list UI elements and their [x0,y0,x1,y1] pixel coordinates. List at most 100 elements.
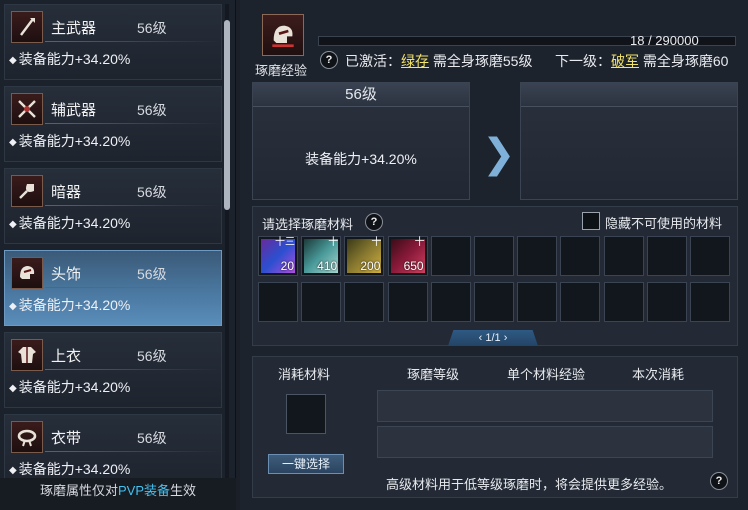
pvp-note: 琢磨属性仅对PVP装备生效 [0,478,236,510]
divider [45,205,221,206]
material-slot-empty[interactable] [603,236,644,276]
equipment-level: 56级 [137,348,167,364]
equipment-stat: 装备能力+34.20% [9,131,131,151]
material-slot-filled[interactable]: 十三 20 [258,236,298,276]
activated-set-link[interactable]: 绿存 [401,53,429,69]
material-slot-filled[interactable]: 十 410 [301,236,342,276]
cost-row [377,390,713,422]
material-slot-empty[interactable] [474,282,514,322]
material-slot-empty[interactable] [517,282,558,322]
material-slot-empty[interactable] [258,282,298,322]
col-level-header: 琢磨等级 [407,367,460,382]
robe-icon [11,339,43,371]
arrow-right-icon: ❯ [482,132,516,176]
material-count: 650 [403,259,424,273]
col-material-header: 消耗材料 [278,367,331,382]
dart-icon [11,175,43,207]
material-slot-empty[interactable] [560,282,601,322]
material-slot-empty[interactable] [430,282,471,322]
divider [45,123,221,124]
material-slot-empty[interactable] [603,282,644,322]
equipment-level: 56级 [137,266,167,282]
material-slot-empty[interactable] [344,282,385,322]
equipment-list: 主武器 56级 装备能力+34.20% 辅武器 56级 装备能力+34.20% … [4,4,228,478]
divider [45,41,221,42]
divider [45,451,221,452]
sash-icon [11,421,43,453]
polish-exp-label: 琢磨经验 [255,63,308,78]
polish-exp-icon [262,14,304,56]
material-hint: 高级材料用于低等级琢磨时，将会提供更多经验。 [386,477,673,492]
hide-unusable-label: 隐藏不可使用的材料 [605,216,723,231]
material-slot-empty[interactable] [690,282,730,322]
material-tag: 十三 [275,237,295,248]
equipment-item-belt[interactable]: 衣带 56级 装备能力+34.20% [4,414,222,478]
next-set-link[interactable]: 破军 [611,53,639,69]
exp-text: 18 / 290000 [630,33,699,48]
equipment-name: 头饰 [51,266,82,283]
material-slot-filled[interactable]: 十 200 [344,236,385,276]
equipment-name: 衣带 [51,430,82,447]
help-icon[interactable]: ? [320,51,338,69]
material-tag: 十 [371,237,382,248]
equipment-stat: 装备能力+34.20% [9,377,131,397]
divider [45,369,221,370]
material-slot-empty[interactable] [474,236,514,276]
equipment-stat: 装备能力+34.20% [9,49,131,69]
one-key-select-button[interactable]: 一键选择 [268,454,344,474]
spear-icon [11,11,43,43]
equipment-level: 56级 [137,20,167,36]
list-scrollbar-thumb[interactable] [224,20,230,210]
equipment-name: 暗器 [51,184,82,201]
material-title: 请选择琢磨材料 [262,217,354,232]
equipment-item-headwear[interactable]: 头饰 56级 装备能力+34.20% [4,250,222,326]
material-slot-empty[interactable] [301,282,342,322]
crossed-blades-icon [11,93,43,125]
col-cost-header: 本次消耗 [632,367,685,382]
material-slot-empty[interactable] [517,236,558,276]
material-slot-empty[interactable] [646,236,687,276]
equipment-name: 辅武器 [51,102,97,119]
material-tag: 十 [414,237,425,248]
equipment-stat: 装备能力+34.20% [9,213,131,233]
current-level-box: 56级 装备能力+34.20% [252,82,470,200]
equipment-item-off-weapon[interactable]: 辅武器 56级 装备能力+34.20% [4,86,222,162]
material-count: 200 [360,259,381,273]
equipment-stat: 装备能力+34.20% [9,459,131,478]
equipment-item-hidden-weapon[interactable]: 暗器 56级 装备能力+34.20% [4,168,222,244]
divider [45,287,221,288]
cost-row [377,426,713,458]
equipment-level: 56级 [137,102,167,118]
equipment-item-main-weapon[interactable]: 主武器 56级 装备能力+34.20% [4,4,222,80]
material-count: 20 [280,259,294,273]
equipment-list-panel: 主武器 56级 装备能力+34.20% 辅武器 56级 装备能力+34.20% … [0,0,236,510]
equipment-item-top[interactable]: 上衣 56级 装备能力+34.20% [4,332,222,408]
page-indicator: 1/1 [485,332,501,344]
cost-material-slot[interactable] [286,394,326,434]
equipment-level: 56级 [137,430,167,446]
material-slot-empty[interactable] [690,236,730,276]
material-help-icon[interactable]: ? [365,213,383,231]
equipment-name: 主武器 [51,20,97,37]
next-level [521,83,737,107]
next-level-box [520,82,738,200]
equipment-stat: 装备能力+34.20% [9,295,131,315]
activated-info: 已激活：绿存 需全身琢磨55级 [345,53,533,69]
next-level-info: 下一级：破军 需全身琢磨60 [555,53,729,69]
cost-help-icon[interactable]: ? [710,472,728,490]
material-slot-empty[interactable] [646,282,687,322]
hide-unusable-checkbox[interactable] [582,212,600,230]
equipment-level: 56级 [137,184,167,200]
material-pager[interactable]: ‹ 1/1 › [448,330,538,346]
material-slot-empty[interactable] [560,236,601,276]
current-stat: 装备能力+34.20% [305,151,417,167]
equipment-name: 上衣 [51,348,82,365]
material-slot-filled[interactable]: 十 650 [387,236,428,276]
pvp-highlight: PVP装备 [117,483,170,498]
current-level: 56级 [253,83,469,107]
material-tag: 十 [328,237,339,248]
helmet-icon [11,257,43,289]
col-exp-header: 单个材料经验 [507,367,586,382]
material-slot-empty[interactable] [430,236,471,276]
material-slot-empty[interactable] [387,282,428,322]
